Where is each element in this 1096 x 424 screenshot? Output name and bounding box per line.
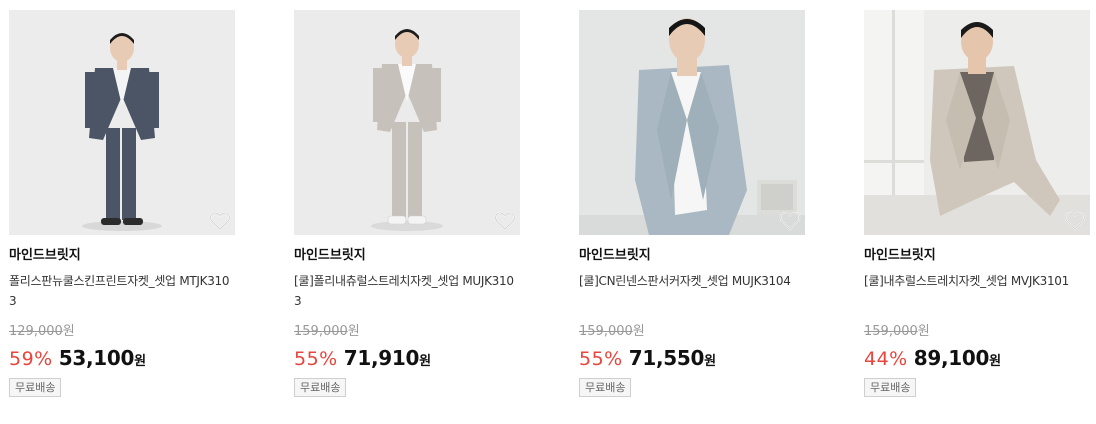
free-shipping-badge: 무료배송	[9, 378, 62, 397]
product-name[interactable]: [쿨]내추럴스트레치자켓_셋업 MVJK3101	[864, 271, 1090, 311]
product-card[interactable]: 마인드브릿지 [쿨]폴리내츄럴스트레치자켓_셋업 MUJK3103 159,00…	[294, 10, 520, 397]
product-image[interactable]	[294, 10, 520, 235]
sale-price: 71,550	[628, 346, 705, 370]
sale-price-unit: 원	[704, 354, 717, 369]
model-photo	[579, 10, 805, 235]
discount-rate: 59%	[9, 348, 53, 370]
heart-icon[interactable]	[209, 211, 231, 231]
model-photo	[864, 10, 1090, 235]
product-card[interactable]: 마인드브릿지 [쿨]CN린넨스판서커자켓_셋업 MUJK3104 159,000…	[579, 10, 805, 397]
original-price-unit: 원	[62, 324, 75, 339]
sale-price-unit: 원	[134, 354, 147, 369]
original-price-unit: 원	[347, 324, 360, 339]
original-price-unit: 원	[632, 324, 645, 339]
brand-name: 마인드브릿지	[579, 248, 651, 263]
original-price: 159,000원	[579, 323, 805, 341]
original-price-value: 159,000	[579, 324, 633, 339]
product-image[interactable]	[9, 10, 235, 235]
discount-rate: 55%	[294, 348, 338, 370]
product-card[interactable]: 마인드브릿지 폴리스판뉴쿨스킨프린트자켓_셋업 MTJK3103 129,000…	[9, 10, 235, 397]
heart-icon[interactable]	[1064, 211, 1086, 231]
free-shipping-badge: 무료배송	[864, 378, 917, 397]
discount-rate: 55%	[579, 348, 623, 370]
price-row: 59% 53,100원	[9, 345, 235, 371]
sale-price: 53,100	[58, 346, 135, 370]
product-image[interactable]	[864, 10, 1090, 235]
product-grid: 마인드브릿지 폴리스판뉴쿨스킨프린트자켓_셋업 MTJK3103 129,000…	[9, 10, 1094, 420]
original-price: 129,000원	[9, 323, 235, 341]
brand-name: 마인드브릿지	[864, 248, 936, 263]
price-row: 55% 71,910원	[294, 345, 520, 371]
original-price: 159,000원	[864, 323, 1090, 341]
original-price-unit: 원	[917, 324, 930, 339]
heart-icon[interactable]	[779, 211, 801, 231]
price-row: 44% 89,100원	[864, 345, 1090, 371]
product-name[interactable]: [쿨]CN린넨스판서커자켓_셋업 MUJK3104	[579, 271, 805, 311]
model-photo	[294, 10, 520, 235]
price-row: 55% 71,550원	[579, 345, 805, 371]
original-price: 159,000원	[294, 323, 520, 341]
brand-name: 마인드브릿지	[9, 248, 81, 263]
product-image[interactable]	[579, 10, 805, 235]
free-shipping-badge: 무료배송	[294, 378, 347, 397]
product-name[interactable]: 폴리스판뉴쿨스킨프린트자켓_셋업 MTJK3103	[9, 271, 235, 311]
original-price-value: 129,000	[9, 324, 63, 339]
sale-price-unit: 원	[419, 354, 432, 369]
brand-name: 마인드브릿지	[294, 248, 366, 263]
sale-price: 89,100	[913, 346, 990, 370]
heart-icon[interactable]	[494, 211, 516, 231]
free-shipping-badge: 무료배송	[579, 378, 632, 397]
product-card[interactable]: 마인드브릿지 [쿨]내추럴스트레치자켓_셋업 MVJK3101 159,000원…	[864, 10, 1090, 397]
original-price-value: 159,000	[864, 324, 918, 339]
sale-price-unit: 원	[989, 354, 1002, 369]
original-price-value: 159,000	[294, 324, 348, 339]
sale-price: 71,910	[343, 346, 420, 370]
model-photo	[9, 10, 235, 235]
product-name[interactable]: [쿨]폴리내츄럴스트레치자켓_셋업 MUJK3103	[294, 271, 520, 311]
discount-rate: 44%	[864, 348, 908, 370]
